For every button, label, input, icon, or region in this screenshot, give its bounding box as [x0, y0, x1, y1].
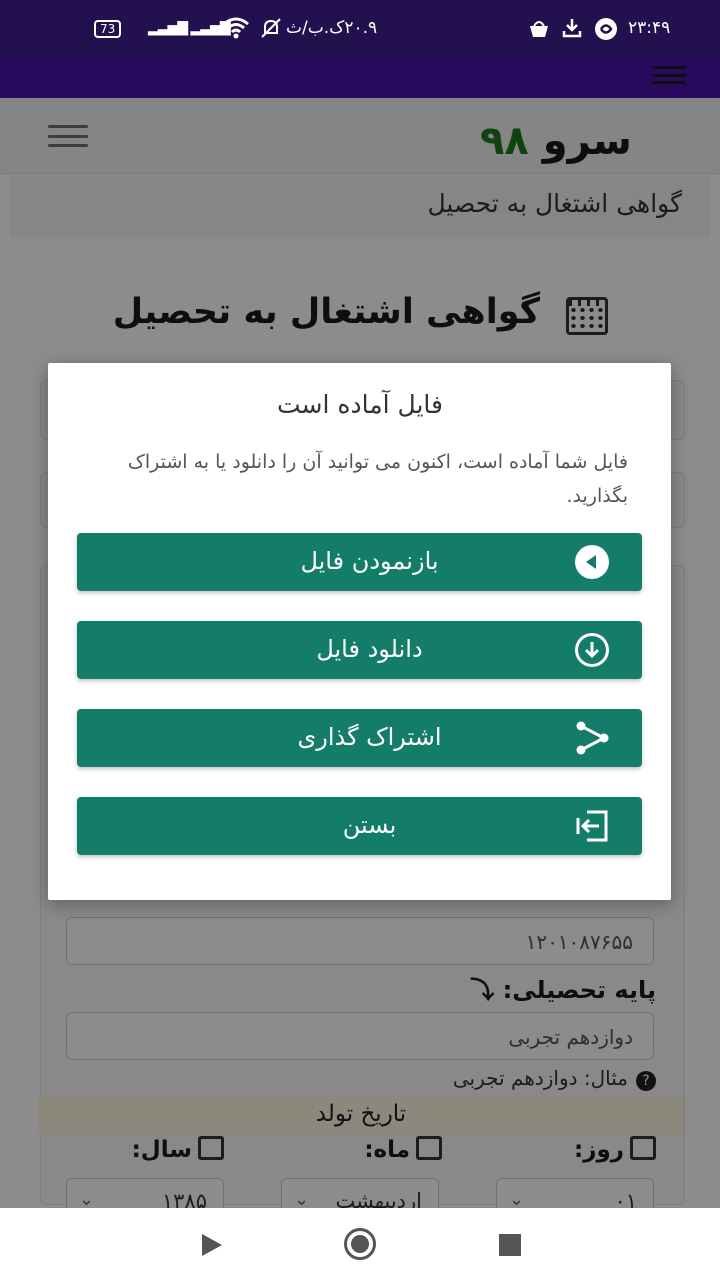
clock: ۲۳:۴۹: [628, 18, 671, 38]
mute-icon: [260, 17, 282, 45]
open-file-button[interactable]: بازنمودن فایل: [77, 533, 642, 591]
app-icon: [594, 17, 618, 47]
share-button[interactable]: اشتراک گذاری: [77, 709, 642, 767]
network-speed: ۲۰.۹ک.ب/ث: [286, 18, 378, 38]
wifi-icon: [222, 17, 250, 45]
battery-icon: 73: [94, 17, 122, 39]
dialog-message: فایل شما آماده است، اکنون می توانید آن ر…: [127, 451, 628, 507]
shop-icon: [528, 17, 550, 45]
download-file-button[interactable]: دانلود فایل: [77, 621, 642, 679]
dialog-title: فایل آماده است: [277, 390, 443, 419]
share-label: اشتراک گذاری: [297, 723, 442, 751]
status-bar: 73 ▂▃▅▇ ▂▃▅▇ ۲۰.۹ک.ب/ث ۲۳:۴۹: [0, 0, 720, 56]
download-icon: [562, 17, 582, 45]
recent-apps-icon[interactable]: [499, 1234, 521, 1256]
open-file-label: بازنمودن فایل: [300, 547, 439, 575]
close-label: بستن: [342, 811, 397, 839]
home-icon[interactable]: [344, 1228, 376, 1260]
signal-icon: ▂▃▅▇ ▂▃▅▇: [148, 20, 231, 36]
battery-level: 73: [94, 20, 122, 38]
back-icon[interactable]: [202, 1234, 222, 1256]
download-file-label: دانلود فایل: [316, 635, 423, 663]
close-button[interactable]: بستن: [77, 797, 642, 855]
system-nav-bar: [0, 1208, 720, 1280]
